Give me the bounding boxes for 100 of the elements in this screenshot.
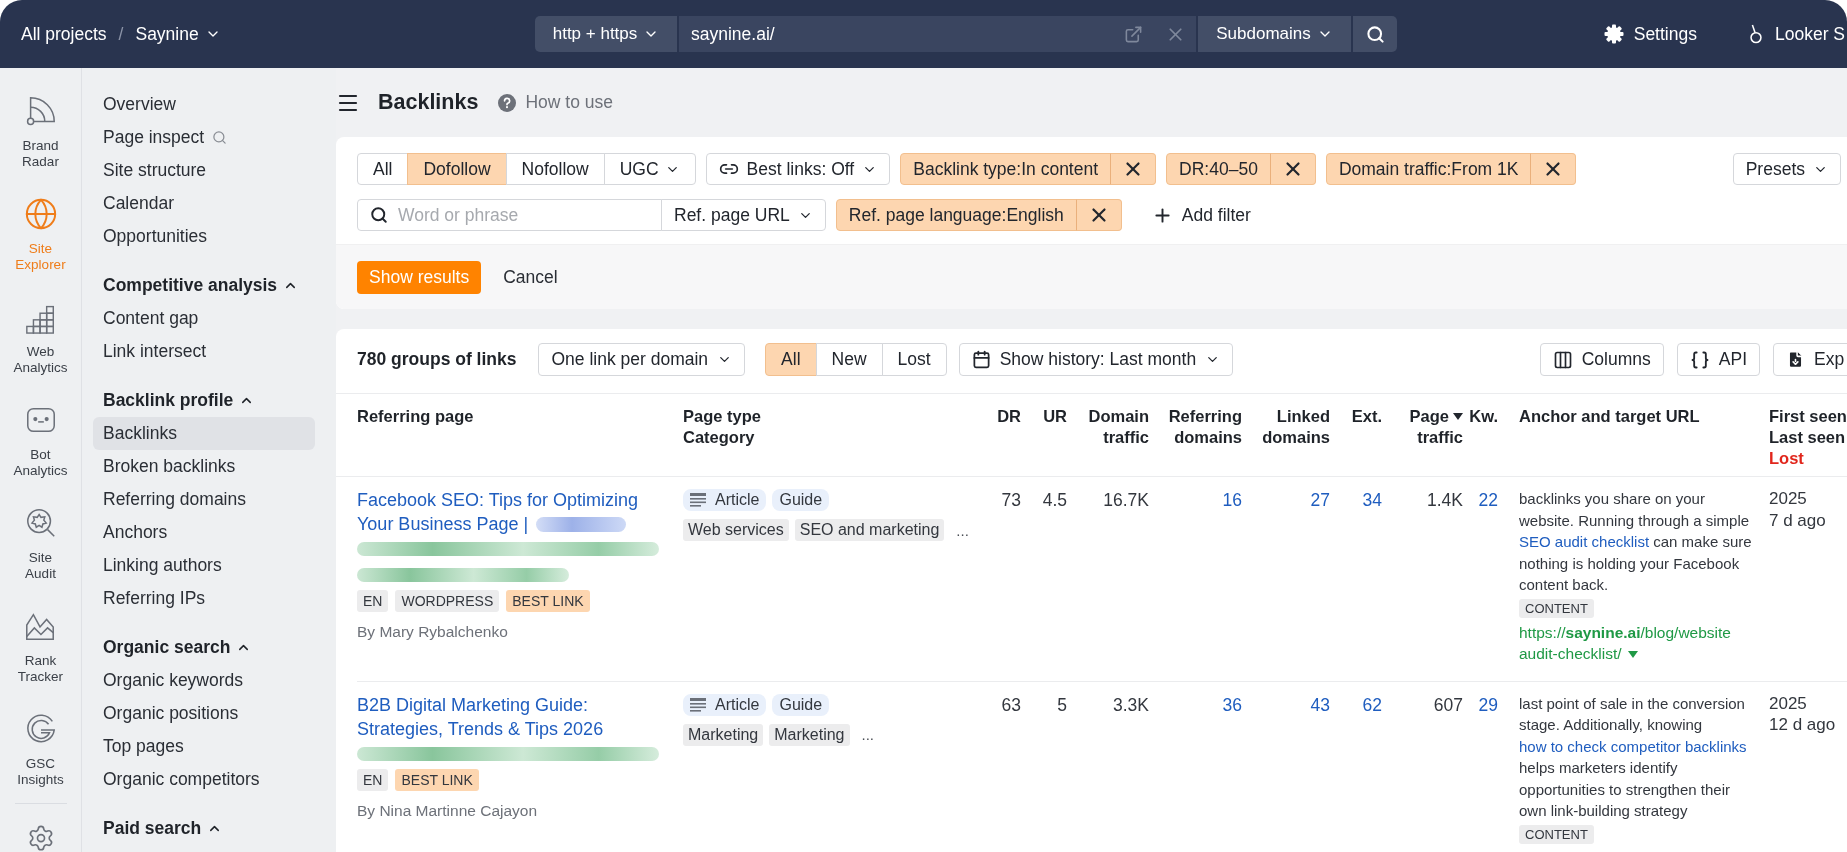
- metric-link[interactable]: 36: [1222, 694, 1242, 715]
- column-header[interactable]: Linked domains: [1242, 406, 1330, 448]
- filter-tab[interactable]: All: [357, 153, 409, 185]
- toolbar-button[interactable]: Exp: [1773, 343, 1847, 376]
- metric-link[interactable]: 22: [1478, 490, 1498, 510]
- anchor-text: last point of sale in the conversion stage. Additionally, knowing how to check competitor backlinks helps marketers identify opportunities to strengthen their own link-building strategy: [1519, 693, 1748, 821]
- page-tag: BEST LINK: [506, 590, 590, 612]
- sidebar-item[interactable]: Opportunities: [93, 220, 315, 253]
- anchor-link[interactable]: how to check competitor backlinks: [1519, 737, 1747, 755]
- breadcrumb-separator: /: [118, 23, 124, 45]
- target-url-link[interactable]: https://saynine.ai/blog/website audit-checklist/: [1519, 621, 1731, 665]
- column-header[interactable]: Referring domains: [1149, 406, 1242, 448]
- sidebar-item[interactable]: Anchors: [93, 516, 315, 549]
- sidebar-item[interactable]: Calendar: [93, 187, 315, 220]
- search-field[interactable]: Word or phrase: [357, 199, 662, 231]
- toolbar-button[interactable]: Columns: [1539, 343, 1664, 376]
- protocol-dropdown[interactable]: http + https: [535, 16, 677, 52]
- column-header[interactable]: Page type Category: [683, 406, 990, 448]
- toolbar-button[interactable]: API: [1676, 343, 1760, 376]
- metric-link[interactable]: 34: [1362, 490, 1382, 510]
- braces-icon: [1689, 349, 1710, 370]
- period-tab[interactable]: Lost: [881, 343, 947, 376]
- column-header[interactable]: Anchor and target URL: [1498, 406, 1754, 427]
- metric-link[interactable]: 62: [1362, 694, 1382, 715]
- history-dropdown[interactable]: Show history: Last month: [958, 343, 1234, 376]
- sidebar-item[interactable]: Referring IPs: [93, 582, 315, 615]
- filter-tab[interactable]: Nofollow: [505, 153, 605, 185]
- category-tag: SEO and marketing: [794, 519, 945, 541]
- section-toggle[interactable]: Paid search: [93, 812, 326, 845]
- sidebar-item[interactable]: Organic competitors: [93, 763, 315, 796]
- remove-filter-button[interactable]: [1530, 153, 1577, 185]
- sidebar-item[interactable]: Content gap: [93, 302, 315, 335]
- file-download-icon: [1786, 350, 1805, 369]
- filter-chip[interactable]: Ref. page language:English: [835, 199, 1077, 231]
- sidebar-item[interactable]: Linking authors: [93, 549, 315, 582]
- column-header[interactable]: Kw.: [1463, 406, 1498, 427]
- sidebar-item[interactable]: Broken backlinks: [93, 450, 315, 483]
- url-field[interactable]: saynine.ai/: [679, 16, 1112, 52]
- sidebar-item[interactable]: Organic positions: [93, 697, 315, 730]
- metric-link[interactable]: 27: [1310, 490, 1330, 510]
- period-tab[interactable]: All: [765, 343, 817, 376]
- column-header[interactable]: First seen Last seen Lost: [1754, 406, 1847, 469]
- add-filter-button[interactable]: Add filter: [1143, 199, 1259, 231]
- sidebar-item[interactable]: Referring domains: [93, 483, 315, 516]
- more-button[interactable]: ...: [952, 519, 973, 541]
- sidebar-item[interactable]: Top pages: [93, 730, 315, 763]
- rail-item[interactable]: Site Audit: [23, 506, 58, 581]
- remove-filter-button[interactable]: [1075, 199, 1122, 231]
- rail-item[interactable]: Brand Radar: [22, 94, 59, 169]
- sidebar-item[interactable]: Overview: [93, 88, 315, 121]
- rail-item[interactable]: Rank Tracker: [17, 609, 64, 684]
- column-header[interactable]: Ext.: [1330, 406, 1382, 427]
- page-title-link[interactable]: Facebook SEO: Tips for Optimizing Your Business Page |: [357, 488, 661, 536]
- category-tag: Web services: [683, 519, 789, 541]
- sidebar-item[interactable]: Page inspect: [93, 121, 315, 154]
- column-header[interactable]: DR: [990, 406, 1021, 427]
- filter-chip[interactable]: Domain traffic:From 1K: [1325, 153, 1532, 185]
- filter-chip[interactable]: DR:40–50: [1166, 153, 1271, 185]
- more-button[interactable]: ...: [857, 723, 878, 746]
- anchor-link[interactable]: SEO audit checklist: [1519, 533, 1650, 550]
- section-toggle[interactable]: Organic search: [93, 631, 326, 664]
- ref-page-url-dropdown[interactable]: Ref. page URL: [661, 199, 826, 231]
- remove-filter-button[interactable]: [1269, 153, 1316, 185]
- column-header[interactable]: Referring page: [357, 406, 683, 427]
- cancel-button[interactable]: Cancel: [503, 260, 558, 294]
- best-links-dropdown[interactable]: Best links: Off: [705, 153, 891, 185]
- rail-item[interactable]: GSC Insights: [17, 712, 64, 787]
- page-tag: WORDPRESS: [395, 590, 500, 612]
- page-title-link[interactable]: B2B Digital Marketing Guide: Strategies, Trends & Tips 2026: [357, 692, 661, 741]
- sidebar-item[interactable]: Site structure: [93, 154, 315, 187]
- period-tab[interactable]: New: [815, 343, 883, 376]
- remove-filter-button[interactable]: [1110, 153, 1157, 185]
- rail-item[interactable]: Web Analytics: [13, 300, 68, 375]
- column-header[interactable]: Page traffic: [1382, 406, 1463, 448]
- author-text: By Nina Martinne Cajayon: [357, 800, 538, 821]
- breadcrumb-link[interactable]: All projects: [21, 23, 107, 45]
- sidebar-item[interactable]: Link intersect: [93, 335, 315, 368]
- metric-link[interactable]: 16: [1222, 490, 1242, 510]
- search-button[interactable]: [1353, 16, 1397, 52]
- lines-icon: [690, 697, 706, 712]
- sidebar-item[interactable]: Organic keywords: [93, 664, 315, 697]
- column-header[interactable]: UR: [1021, 406, 1067, 427]
- project-dropdown[interactable]: Saynine: [135, 23, 221, 45]
- metric-link[interactable]: 43: [1310, 694, 1330, 715]
- grouping-dropdown[interactable]: One link per domain: [538, 343, 746, 376]
- section-toggle[interactable]: Competitive analysis: [93, 269, 326, 302]
- ugc-dropdown[interactable]: UGC: [603, 153, 696, 185]
- top-nav-link[interactable]: Settings: [1603, 23, 1697, 45]
- scope-dropdown[interactable]: Subdomains: [1198, 16, 1351, 52]
- presets-dropdown[interactable]: Presets: [1732, 153, 1841, 185]
- rail-item[interactable]: Bot Analytics: [13, 403, 68, 478]
- section-toggle[interactable]: Backlink profile: [93, 384, 326, 417]
- metric-link[interactable]: 29: [1478, 694, 1498, 715]
- column-header[interactable]: Domain traffic: [1067, 406, 1149, 448]
- top-nav-link[interactable]: Looker S: [1746, 23, 1845, 45]
- filter-tab[interactable]: Dofollow: [407, 153, 507, 185]
- sidebar-item[interactable]: Backlinks: [93, 417, 315, 450]
- metric-value: 73: [1000, 489, 1021, 512]
- help-link[interactable]: How to use: [498, 92, 613, 113]
- filter-chip[interactable]: Backlink type:In content: [900, 153, 1112, 185]
